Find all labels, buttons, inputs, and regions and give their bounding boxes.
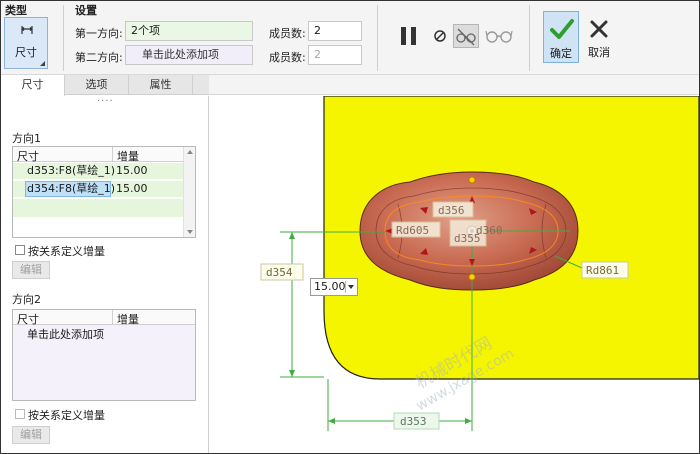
member-count2-label: 成员数:	[269, 51, 306, 64]
increment-value: 15.00	[314, 280, 346, 293]
direction2-table: 尺寸 增量 单击此处添加项	[12, 309, 196, 401]
direction2-collector[interactable]: 单击此处添加项	[125, 45, 253, 65]
rd861-label[interactable]: Rd861	[586, 264, 619, 277]
settings-group-title: 设置	[75, 4, 97, 17]
scroll-up-icon[interactable]	[187, 150, 193, 154]
rd605-label[interactable]: Rd605	[396, 224, 429, 237]
glasses-icon[interactable]	[485, 27, 513, 48]
table-header: 尺寸 增量	[13, 147, 183, 163]
column-divider	[112, 147, 113, 162]
scroll-down-icon[interactable]	[187, 230, 193, 234]
ok-label: 确定	[550, 47, 572, 60]
member-count2-input[interactable]: 2	[308, 45, 362, 65]
tab-strip: 尺寸 选项 属性	[1, 75, 209, 96]
d356-label[interactable]: d356	[438, 204, 465, 217]
dimension-cell: d354:F8(草绘_1)	[27, 182, 116, 195]
ok-button[interactable]: 确定	[543, 11, 579, 63]
tab-options[interactable]: 选项	[65, 75, 129, 95]
edit-button[interactable]: 编辑	[12, 426, 50, 444]
tab-strip-filler	[209, 75, 699, 95]
member-count1-label: 成员数:	[269, 27, 306, 40]
close-icon	[589, 19, 609, 42]
dropdown-divider	[345, 281, 346, 293]
table-row[interactable]: d354:F8(草绘_1) 15.00	[13, 181, 183, 197]
chevron-down-icon[interactable]	[348, 285, 354, 289]
edit-button[interactable]: 编辑	[12, 261, 50, 279]
direction1-table: 尺寸 增量 d353:F8(草绘_1) 15.00 d354:F8(草绘_1) …	[12, 146, 196, 238]
d360-label[interactable]: d360	[476, 224, 503, 237]
add-item-row[interactable]: 单击此处添加项	[13, 327, 195, 343]
increment-cell[interactable]: 15.00	[116, 163, 148, 179]
pause-icon[interactable]	[398, 25, 420, 50]
column-dimension: 尺寸	[17, 313, 39, 326]
relation-checkbox-label: 按关系定义增量	[28, 245, 105, 258]
column-increment: 增量	[117, 150, 139, 163]
dimension-type-button[interactable]: 尺寸	[4, 17, 48, 69]
relation-checkbox[interactable]	[15, 245, 25, 255]
glasses-off-icon[interactable]	[453, 24, 479, 48]
dropdown-corner-icon	[40, 61, 45, 66]
group-divider	[529, 5, 530, 71]
column-dimension: 尺寸	[17, 150, 39, 163]
tab-properties[interactable]: 属性	[129, 75, 193, 95]
add-item-placeholder: 单击此处添加项	[27, 328, 104, 341]
cancel-label: 取消	[588, 46, 610, 59]
tab-dimensions[interactable]: 尺寸	[1, 75, 65, 96]
check-icon	[550, 18, 574, 43]
group-divider	[377, 5, 378, 71]
cancel-button[interactable]: 取消	[581, 11, 617, 63]
direction2-label: 第二方向:	[75, 51, 123, 64]
dimension-cell: d353:F8(草绘_1)	[27, 164, 116, 177]
dimensions-panel: ···· 方向1 尺寸 增量 d353:F8(草绘_1) 15.00 d354:…	[1, 96, 209, 453]
direction1-collector[interactable]: 2个项	[125, 21, 253, 41]
model-canvas[interactable]: d354 d353 d356 Rd605 d355 d360 Rd861 机械时…	[210, 96, 699, 453]
column-increment: 增量	[117, 313, 139, 326]
d353-label[interactable]: d353	[400, 415, 427, 428]
dimension-icon	[20, 24, 34, 41]
relation-checkbox[interactable]	[15, 409, 25, 419]
group-divider	[63, 5, 64, 71]
dimension-type-label: 尺寸	[15, 46, 37, 59]
table-header: 尺寸 增量	[13, 310, 195, 326]
table-row[interactable]: d353:F8(草绘_1) 15.00	[13, 163, 183, 179]
increment-cell[interactable]: 15.00	[116, 181, 148, 197]
graphics-viewport[interactable]: d354 d353 d356 Rd605 d355 d360 Rd861 机械时…	[210, 96, 699, 453]
table-empty-row	[13, 199, 183, 217]
d354-label[interactable]: d354	[266, 266, 293, 279]
no-preview-icon[interactable]	[433, 29, 447, 46]
direction1-label: 第一方向:	[75, 27, 123, 40]
scrollbar[interactable]	[183, 147, 195, 237]
direction1-title: 方向1	[12, 132, 41, 145]
direction2-title: 方向2	[12, 293, 41, 306]
resize-grip[interactable]: ····	[97, 96, 114, 107]
ribbon: 类型 尺寸 设置 第一方向: 2个项 第二方向: 单击此处添加项 成员数: 2 …	[1, 1, 699, 75]
column-divider	[112, 310, 113, 325]
relation-checkbox-label: 按关系定义增量	[28, 409, 105, 422]
member-count1-input[interactable]: 2	[308, 21, 362, 41]
type-group-title: 类型	[5, 4, 27, 17]
increment-value-editor[interactable]: 15.00	[310, 278, 358, 296]
